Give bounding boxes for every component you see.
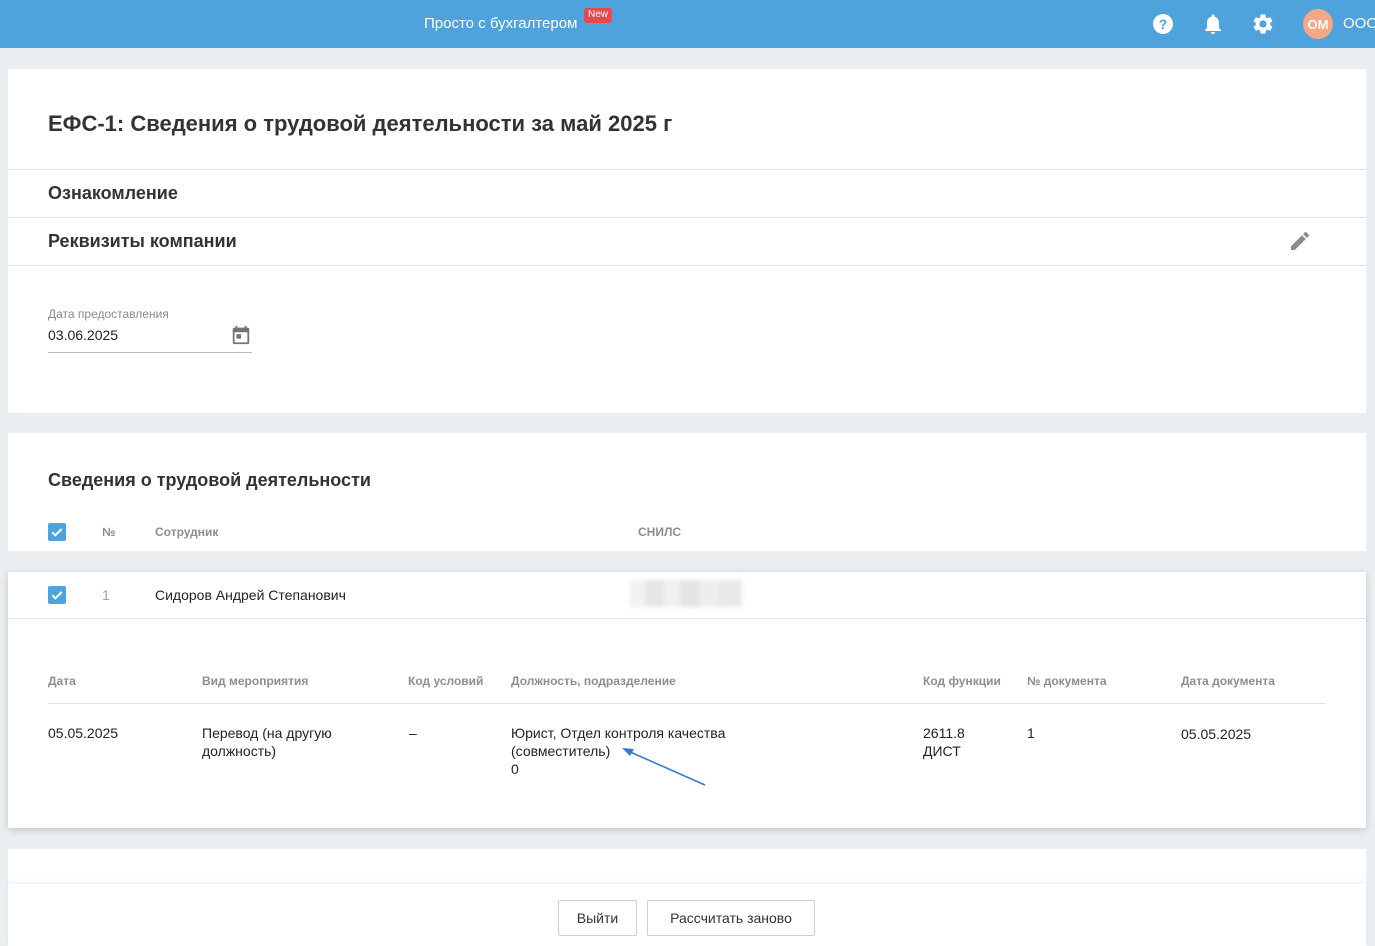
function-code: 2611.8 ДИСТ [923,725,965,759]
divider [8,217,1366,218]
event-date-header: Дата [48,674,76,688]
divider [48,703,1326,704]
column-snils-header[interactable]: СНИЛС [638,525,681,539]
submission-date-field[interactable]: 03.06.2025 [48,327,118,343]
page-title: ЕФС-1: Сведения о трудовой деятельности … [48,111,673,136]
conditions-code: – [409,725,417,741]
annotation-arrow [622,748,706,786]
date-field-underline [48,352,252,353]
row-checkbox[interactable] [48,586,66,604]
position-header: Должность, подразделение [511,674,676,688]
brand-link[interactable]: Просто с бухгалтером [424,15,577,32]
conditions-code-header: Код условий [408,674,484,688]
section-company-requisites[interactable]: Реквизиты компании [48,231,237,252]
row-number: 1 [102,587,110,603]
org-name[interactable]: ООО [1343,15,1375,32]
form-card: ЕФС-1: Сведения о трудовой деятельности … [8,69,1366,413]
empty-card [8,849,1366,889]
event-date: 05.05.2025 [48,725,119,741]
section-familiarization[interactable]: Ознакомление [48,183,178,204]
submission-date-label: Дата предоставления [48,307,169,321]
top-bar: Просто с бухгалтером New ? ОМ ООО [0,0,1375,48]
column-employee-header[interactable]: Сотрудник [155,525,218,539]
employees-card: Сведения о трудовой деятельности № Сотру… [8,433,1366,551]
employee-name[interactable]: Сидоров Андрей Степанович [155,587,346,603]
employee-row-card: 1 Сидоров Андрей Степанович Дата Вид мер… [8,572,1366,828]
employees-section-title: Сведения о трудовой деятельности [48,470,371,490]
calendar-icon[interactable] [230,324,252,346]
event-type: Перевод (на другую должность) [202,725,332,759]
divider [8,169,1366,170]
bell-icon[interactable] [1201,12,1225,36]
doc-date-header: Дата документа [1181,674,1275,688]
doc-date: 05.05.2025 [1181,726,1252,742]
gear-icon[interactable] [1251,12,1275,36]
footer-bar: Выйти Рассчитать заново [8,884,1366,946]
divider [8,265,1366,266]
doc-number-header: № документа [1027,674,1107,688]
function-code-header: Код функции [923,674,1001,688]
snils-value-blurred [630,580,742,607]
column-number-header: № [102,525,116,539]
exit-button[interactable]: Выйти [558,900,637,936]
svg-text:?: ? [1159,16,1168,32]
recalculate-button[interactable]: Рассчитать заново [647,900,815,936]
avatar[interactable]: ОМ [1303,9,1333,39]
divider [8,618,1366,619]
new-badge: New [584,8,613,23]
event-type-header: Вид мероприятия [202,674,309,688]
position-extra-value: 0 [511,761,519,777]
select-all-checkbox[interactable] [48,523,66,541]
pencil-icon[interactable] [1288,229,1312,253]
help-icon[interactable]: ? [1151,12,1175,36]
doc-number: 1 [1027,725,1035,741]
